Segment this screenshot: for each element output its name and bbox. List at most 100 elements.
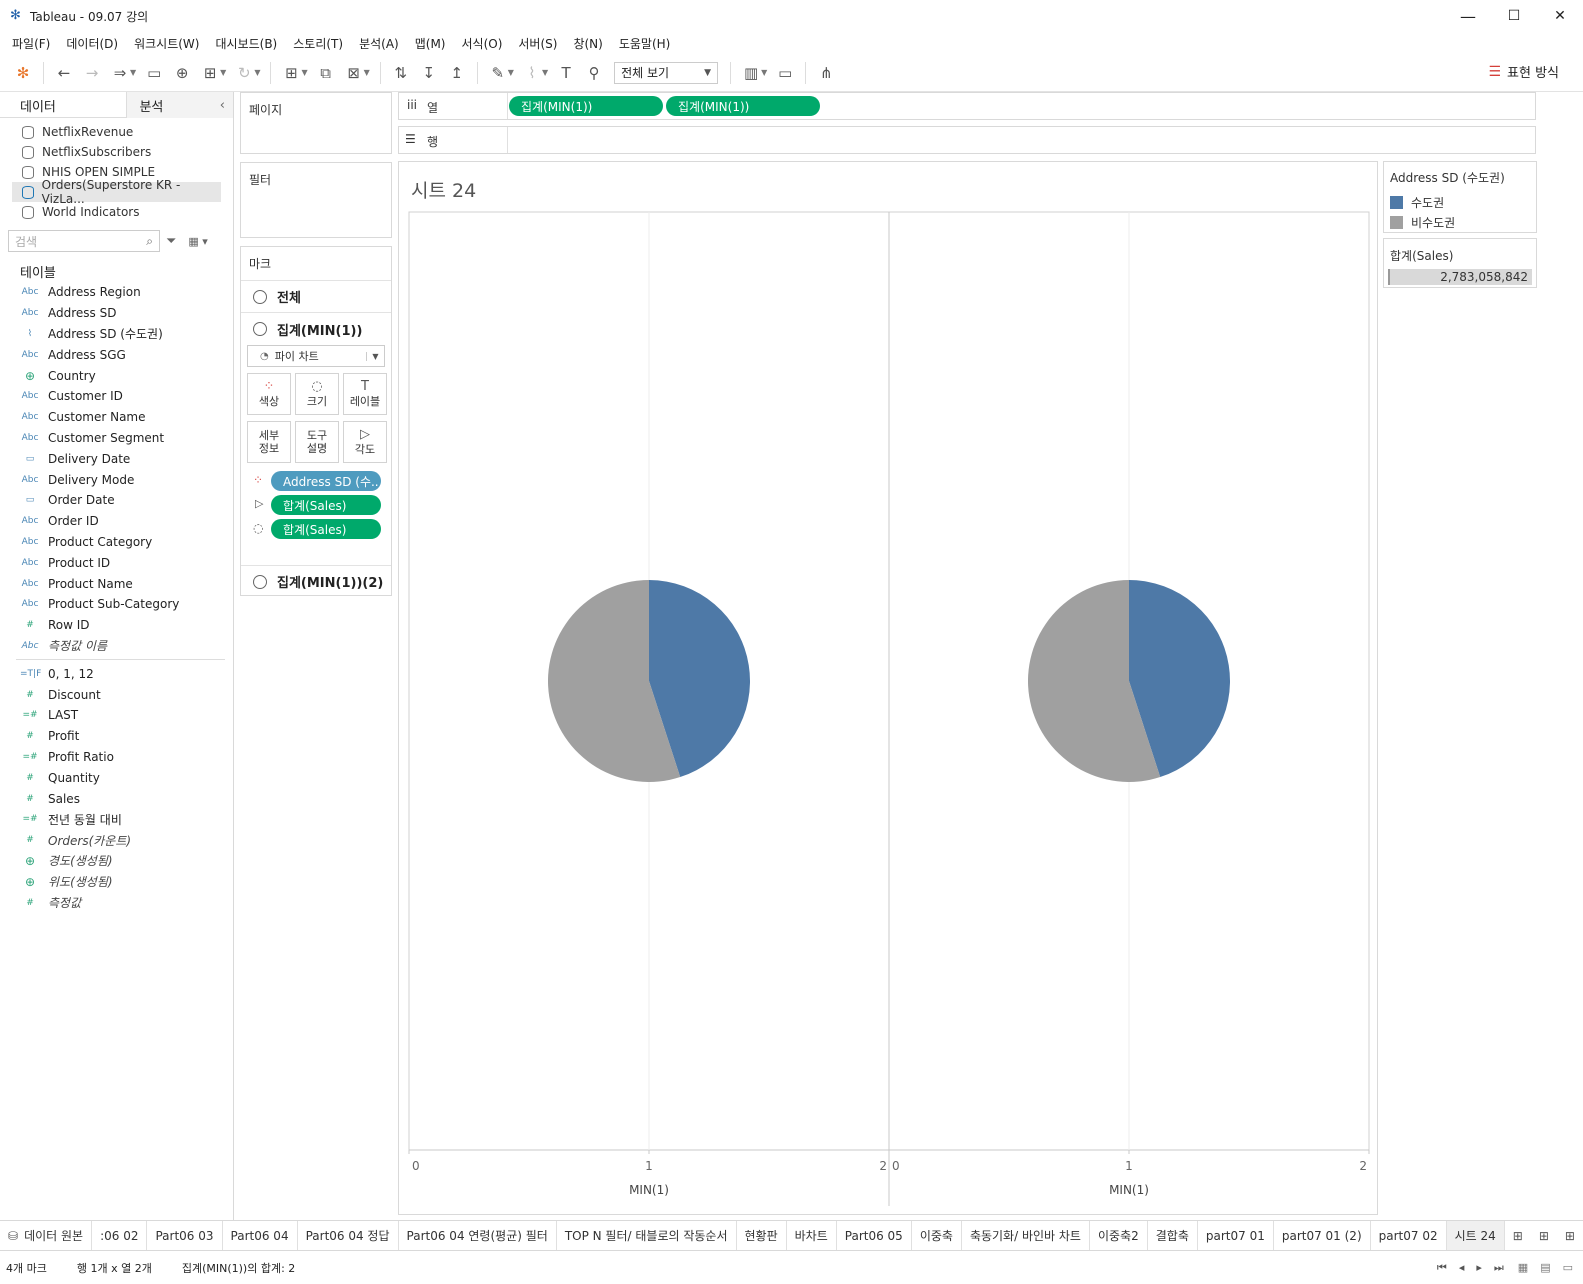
field-item[interactable]: Abc Product ID [0, 552, 233, 573]
sheet-tab[interactable]: TOP N 필터/ 태블로의 작동순서 [557, 1220, 737, 1251]
field-item[interactable]: Abc Address SGG [0, 344, 233, 365]
sheet-tab[interactable]: 축동기화/ 바인바 차트 [962, 1220, 1090, 1251]
highlight-icon[interactable]: ✎ [487, 62, 509, 84]
field-item[interactable]: # Quantity [0, 767, 233, 788]
sheet-tab[interactable]: 결합축 [1148, 1220, 1198, 1251]
field-item[interactable]: Abc 측정값 이름 [0, 636, 233, 657]
sheet-tab[interactable]: 시트 24 [1446, 1220, 1505, 1251]
field-item[interactable]: ⊕ 위도(생성됨) [0, 871, 233, 892]
sheet-tab[interactable]: 현황판 [737, 1220, 787, 1251]
field-item[interactable]: =T|F 0, 1, 12 [0, 663, 233, 684]
datasource-item[interactable]: NetflixRevenue [0, 122, 233, 142]
label-button[interactable]: T 레이블 [343, 373, 387, 415]
field-item[interactable]: Abc Delivery Mode [0, 469, 233, 490]
menu-server[interactable]: 서버(S) [510, 35, 565, 52]
sheet-tab[interactable]: 이중축2 [1090, 1220, 1148, 1251]
menu-map[interactable]: 맵(M) [407, 35, 454, 52]
mark-pill-angle[interactable]: 합계(Sales) [271, 495, 381, 515]
field-item[interactable]: Abc Customer Segment [0, 428, 233, 449]
field-item[interactable]: =# LAST [0, 705, 233, 726]
menu-help[interactable]: 도움말(H) [611, 35, 679, 52]
color-button[interactable]: ⁘ 색상 [247, 373, 291, 415]
view-grid-icon[interactable]: ▦ [1518, 1261, 1528, 1274]
field-item[interactable]: =# 전년 동월 대비 [0, 809, 233, 830]
redo-icon[interactable]: → [81, 62, 103, 84]
field-item[interactable]: Abc Address SD [0, 303, 233, 324]
field-item[interactable]: ▭ Delivery Date [0, 448, 233, 469]
search-input[interactable]: 검색 ⌕ [8, 230, 160, 252]
nav-prev-icon[interactable]: ◂ [1459, 1261, 1465, 1274]
duplicate-sheet-icon[interactable]: ⧉ [315, 62, 337, 84]
menu-analysis[interactable]: 분석(A) [351, 35, 407, 52]
sheet-tab[interactable]: 이중축 [912, 1220, 962, 1251]
minimize-button[interactable]: — [1445, 0, 1491, 32]
pause-updates-icon[interactable]: ⊞ [199, 62, 221, 84]
size-button[interactable]: ◌ 크기 [295, 373, 339, 415]
menu-worksheet[interactable]: 워크시트(W) [126, 35, 207, 52]
field-item[interactable]: # Sales [0, 788, 233, 809]
field-item[interactable]: ⊕ 경도(생성됨) [0, 851, 233, 872]
show-cards-icon[interactable]: ▥ [740, 62, 762, 84]
new-dashboard-tab-icon[interactable]: ⊞ [1531, 1221, 1557, 1251]
fix-axes-icon[interactable]: ⚲ [583, 62, 605, 84]
nav-next-icon[interactable]: ▸ [1476, 1261, 1482, 1274]
marks-card1-row[interactable]: 집계(MIN(1)) [241, 313, 391, 345]
menu-dashboard[interactable]: 대시보드(B) [207, 35, 285, 52]
rows-shelf[interactable]: ☰ 행 [398, 126, 1536, 154]
menu-data[interactable]: 데이터(D) [58, 35, 126, 52]
view-options-icon[interactable]: ▦ ▾ [188, 235, 207, 248]
clear-sheet-icon[interactable]: ⊠ [343, 62, 365, 84]
field-item[interactable]: Abc Product Sub-Category [0, 594, 233, 615]
pie-chart[interactable]: 0 1 2 MIN(1) 0 1 2 MIN(1) [399, 162, 1379, 1216]
field-item[interactable]: # Orders(카운트) [0, 830, 233, 851]
pages-card[interactable]: 페이지 [240, 92, 392, 154]
field-item[interactable]: ⊕ Country [0, 365, 233, 386]
sheet-tab[interactable]: Part06 04 연령(평균) 필터 [399, 1220, 557, 1251]
sheet-tab[interactable]: :06 02 [92, 1220, 148, 1251]
menu-story[interactable]: 스토리(T) [285, 35, 351, 52]
show-mark-labels-icon[interactable]: T [555, 62, 577, 84]
field-item[interactable]: # 측정값 [0, 892, 233, 913]
field-item[interactable]: =# Profit Ratio [0, 747, 233, 768]
datasource-item[interactable]: NetflixSubscribers [0, 142, 233, 162]
view-filmstrip-icon[interactable]: ▤ [1540, 1261, 1550, 1274]
mark-type-dropdown[interactable]: ◔ 파이 차트 ▼ [247, 345, 385, 367]
field-item[interactable]: # Profit [0, 726, 233, 747]
tab-data-source[interactable]: ⛁ 데이터 원본 [0, 1220, 93, 1251]
sort-ascending-icon[interactable]: ↧ [418, 62, 440, 84]
sheet-tab[interactable]: Part06 03 [147, 1220, 223, 1251]
tooltip-button[interactable]: 도구 설명 [295, 421, 339, 463]
field-item[interactable]: ▭ Order Date [0, 490, 233, 511]
field-item[interactable]: ⌇ Address SD (수도권) [0, 324, 233, 345]
field-item[interactable]: Abc Order ID [0, 511, 233, 532]
mark-pill-color[interactable]: Address SD (수.. [271, 471, 381, 491]
detail-button[interactable]: 세부 정보 [247, 421, 291, 463]
marks-card2-row[interactable]: 집계(MIN(1))(2) [241, 565, 391, 597]
presentation-mode-icon[interactable]: ▭ [774, 62, 796, 84]
collapse-icon[interactable]: ‹ [220, 98, 225, 113]
tableau-home-icon[interactable]: ✻ [12, 62, 34, 84]
field-item[interactable]: # Row ID [0, 615, 233, 636]
filters-card[interactable]: 필터 [240, 162, 392, 238]
column-pill[interactable]: 집계(MIN(1)) [509, 96, 663, 116]
new-worksheet-icon[interactable]: ⊞ [280, 62, 302, 84]
marks-all-row[interactable]: 전체 [241, 281, 391, 313]
menu-window[interactable]: 창(N) [565, 35, 610, 52]
legend-item[interactable]: 비수도권 [1384, 212, 1536, 232]
fit-dropdown[interactable]: 전체 보기 ▼ [614, 61, 719, 84]
new-datasource-icon[interactable]: ⊕ [171, 62, 193, 84]
tab-analysis[interactable]: 분석 ‹ [126, 92, 233, 118]
sheet-tab[interactable]: Part06 05 [837, 1220, 912, 1251]
replay-icon[interactable]: ⇒ [109, 62, 131, 84]
nav-last-icon[interactable]: ⏭ [1494, 1261, 1504, 1275]
share-icon[interactable]: ⋔ [815, 62, 837, 84]
filter-icon[interactable]: ⏷ [166, 234, 176, 249]
field-item[interactable]: Abc Product Name [0, 573, 233, 594]
new-worksheet-tab-icon[interactable]: ⊞ [1505, 1221, 1531, 1251]
group-members-icon[interactable]: ⌇ [521, 62, 543, 84]
sheet-tab[interactable]: part07 02 [1371, 1220, 1447, 1251]
angle-button[interactable]: ▷ 각도 [343, 421, 387, 463]
new-story-tab-icon[interactable]: ⊞ [1557, 1221, 1583, 1251]
show-me-button[interactable]: ☰ 표현 방식 [1488, 62, 1559, 82]
nav-first-icon[interactable]: ⏮ [1437, 1261, 1447, 1275]
